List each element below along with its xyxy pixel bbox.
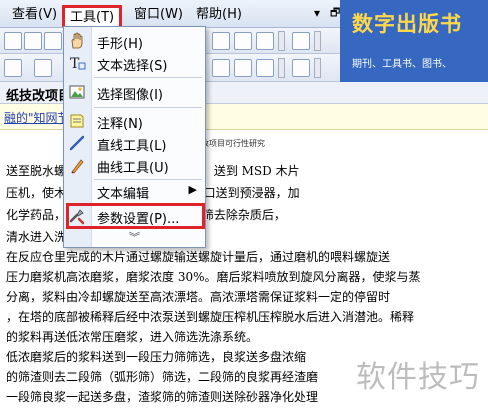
- menu-item-label: 注释(N): [97, 117, 143, 132]
- menu-separator: [94, 77, 202, 78]
- annotate-dropdown-icon[interactable]: [278, 58, 285, 78]
- facing-page-icon[interactable]: [256, 32, 274, 50]
- text-line: 分离，浆料由冷却螺旋送至高浓漂塔。高浓漂塔需保证浆料一定的停留时: [6, 290, 391, 304]
- menu-separator: [94, 107, 202, 108]
- banner-subtitle: 期刊、工具书、图书、: [352, 59, 452, 70]
- menu-view[interactable]: 查看(V): [8, 6, 61, 24]
- menu-help[interactable]: 帮助(H): [192, 6, 246, 24]
- menu-window[interactable]: 窗口(W): [130, 6, 187, 24]
- highlight-text-icon[interactable]: [234, 59, 252, 77]
- annotation-icon: [70, 114, 84, 128]
- doc-minimize-icon[interactable]: ▾: [310, 4, 324, 22]
- single-page-icon[interactable]: [212, 32, 230, 50]
- zoom-dropdown-icon[interactable]: [314, 31, 321, 51]
- color-icon[interactable]: [292, 59, 310, 77]
- text-format-icon[interactable]: [256, 59, 274, 77]
- menu-item-hand[interactable]: 手形(H): [64, 30, 205, 52]
- select-image-icon: [69, 85, 85, 99]
- curve-tool-icon: [71, 159, 84, 174]
- page-layout-icon[interactable]: [4, 32, 22, 50]
- menu-item-text-edit[interactable]: 文本编辑 ▶: [64, 180, 205, 202]
- menu-item-select-image[interactable]: 选择图像(I): [64, 81, 205, 103]
- document-title: 纸技改项目: [6, 89, 72, 104]
- fit-page-icon[interactable]: [44, 32, 62, 50]
- zoom-icon[interactable]: [292, 32, 310, 50]
- text-line: 的浆料再送低浓常压磨浆，进入筛选洗涤系统。: [6, 330, 259, 344]
- text-line: ，在塔的底部被稀释后经中浓泵送到螺旋压榨机压榨脱水后进入消潜池。稀释: [6, 310, 415, 324]
- menu-tools[interactable]: 工具(T): [62, 5, 123, 27]
- text-line: 在反应仓里完成的木片通过螺旋输送螺旋计量后，通过磨机的喂料螺旋送: [6, 250, 391, 264]
- ad-banner[interactable]: 数字出版书 期刊、工具书、图书、: [340, 0, 488, 82]
- menu-item-label: 直线工具(L): [97, 139, 167, 154]
- toolbar-dropdown-icon[interactable]: [278, 31, 285, 51]
- menu-item-line-tool[interactable]: 直线工具(L): [64, 132, 205, 154]
- color-dropdown-icon[interactable]: [314, 58, 321, 78]
- menu-item-annotation[interactable]: 注释(N): [64, 110, 205, 132]
- tools-menu: 手形(H) T 文本选择(S) 选择图像(I) 注释(N) 直线工具(L) 曲线…: [63, 26, 206, 248]
- menu-bar: 查看(V) 工具(T) 窗口(W) 帮助(H) ▾ 🗗: [0, 0, 340, 28]
- app-window: 查看(V) 工具(T) 窗口(W) 帮助(H) ▾ 🗗 数字出版书 期刊、工具书…: [0, 0, 488, 408]
- menu-item-curve-tool[interactable]: 曲线工具(U): [64, 154, 205, 176]
- menu-item-text-select[interactable]: T 文本选择(S): [64, 52, 205, 74]
- bookmark-icon[interactable]: [4, 59, 22, 77]
- menu-expand-icon[interactable]: ︾: [64, 231, 205, 245]
- text-line: 的筛渣则去二段筛（弧形筛）筛选，二段筛的良浆再经渣磨: [6, 370, 319, 384]
- text-line: 低浓磨浆后的浆料送到一段压力筛筛选，良浆送多盘浓缩: [6, 350, 307, 364]
- text-select-icon: T: [70, 56, 86, 72]
- continuous-page-icon[interactable]: [234, 32, 252, 50]
- menu-item-label: 手形(H): [97, 37, 143, 52]
- submenu-arrow-icon: ▶: [188, 183, 197, 196]
- line-tool-icon: [69, 135, 85, 151]
- text-line: 压力磨浆机高浓磨浆，磨浆浓度 30%。磨后浆料喷放到旋风分离器，使浆与蒸: [6, 270, 421, 284]
- hand-icon: [71, 32, 83, 49]
- music-note-icon[interactable]: [212, 59, 230, 77]
- menu-item-label: 文本编辑: [97, 187, 150, 202]
- text-line: 一段筛良浆一起送多盘，渣浆筛的筛渣则送除砂器净化处理: [6, 390, 319, 404]
- watermark-text: 软件技巧: [356, 360, 480, 395]
- menu-item-label: 曲线工具(U): [97, 161, 169, 176]
- two-page-icon[interactable]: [24, 32, 42, 50]
- menu-item-label: 文本选择(S): [97, 59, 168, 74]
- pen-icon[interactable]: [34, 59, 52, 77]
- settings-highlight-box: [66, 203, 205, 229]
- banner-title: 数字出版书: [352, 12, 462, 36]
- menu-item-label: 选择图像(I): [97, 88, 163, 103]
